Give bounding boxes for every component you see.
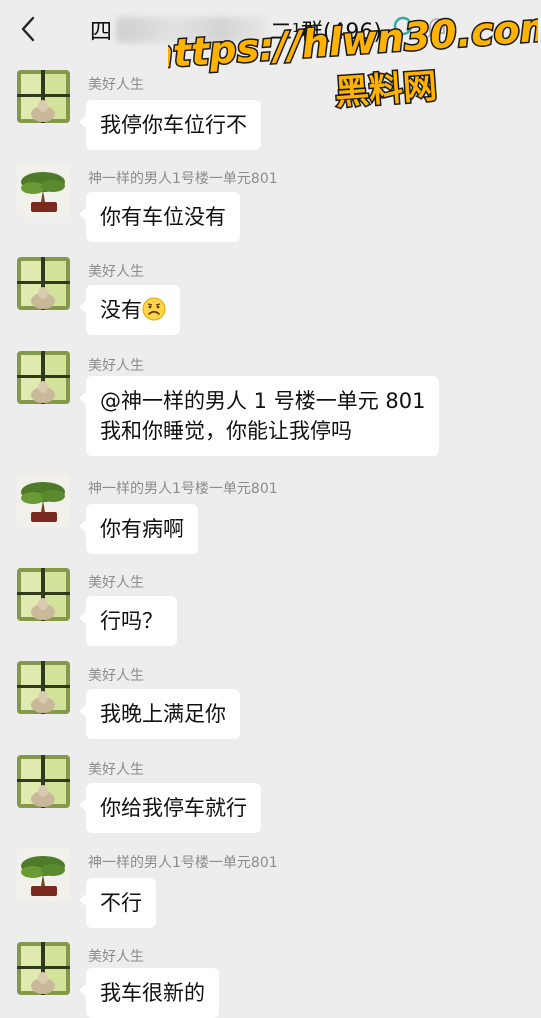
sender-name: 神一样的男人1号楼一单元801 — [88, 171, 278, 187]
window-avatar[interactable] — [17, 661, 70, 714]
sender-name: 美好人生 — [88, 762, 144, 778]
bonsai-avatar[interactable] — [17, 164, 70, 217]
window-avatar[interactable] — [17, 351, 70, 404]
chat-title-prefix: 四 — [90, 20, 113, 45]
window-avatar-image — [17, 568, 70, 621]
sender-name: 美好人生 — [88, 264, 144, 280]
window-avatar-image — [17, 942, 70, 995]
message-bubble[interactable]: 你给我停车就行 — [79, 783, 261, 833]
message-bubble[interactable]: 我停你车位行不 — [79, 100, 261, 150]
message-bubble[interactable]: 你有车位没有 — [79, 192, 240, 242]
window-avatar-image — [17, 70, 70, 123]
message-text: 没有 — [100, 298, 142, 322]
message-bubble[interactable]: 行吗？ — [79, 596, 177, 646]
chat-title-suffix: 二¹群(496) — [270, 20, 382, 45]
message-bubble[interactable]: 你有病啊 — [79, 504, 198, 554]
sender-name: 神一样的男人1号楼一单元801 — [88, 481, 278, 497]
frown-emoji-icon — [142, 297, 166, 321]
window-avatar[interactable] — [17, 257, 70, 310]
watermark-site: 黑料网 — [334, 66, 439, 113]
message-bubble[interactable]: 没有 — [79, 285, 180, 335]
window-avatar-image — [17, 257, 70, 310]
sender-name: 美好人生 — [88, 668, 144, 684]
window-avatar[interactable] — [17, 568, 70, 621]
window-avatar[interactable] — [17, 942, 70, 995]
sender-name: 神一样的男人1号楼一单元801 — [88, 855, 278, 871]
sender-name: 美好人生 — [88, 77, 144, 93]
chat-header: 四 二¹群(496) — [0, 0, 541, 58]
back-button[interactable] — [12, 12, 44, 46]
message-bubble[interactable]: @神一样的男人 1 号楼一单元 801 我和你睡觉，你能让我停吗 — [78, 376, 440, 456]
bonsai-avatar-image — [17, 474, 70, 527]
sender-name: 美好人生 — [88, 949, 144, 965]
bonsai-avatar-image — [17, 164, 70, 217]
message-bubble[interactable]: 我晚上满足你 — [79, 689, 240, 739]
window-avatar-image — [17, 755, 70, 808]
search-icon[interactable] — [392, 15, 418, 41]
bonsai-avatar-image — [17, 848, 70, 901]
sender-name: 美好人生 — [88, 358, 144, 374]
window-avatar-image — [17, 351, 70, 404]
window-avatar-image — [17, 661, 70, 714]
sender-name: 美好人生 — [88, 575, 144, 591]
bonsai-avatar[interactable] — [17, 474, 70, 527]
message-bubble[interactable]: 不行 — [79, 878, 156, 928]
bell-muted-icon — [427, 18, 447, 38]
window-avatar[interactable] — [17, 70, 70, 123]
blurred-title-region — [116, 17, 267, 43]
bonsai-avatar[interactable] — [17, 848, 70, 901]
window-avatar[interactable] — [17, 755, 70, 808]
message-bubble[interactable]: 我车很新的 — [79, 968, 219, 1018]
chat-title[interactable]: 四 二¹群(496) — [90, 12, 390, 48]
chevron-left-icon — [21, 16, 35, 42]
